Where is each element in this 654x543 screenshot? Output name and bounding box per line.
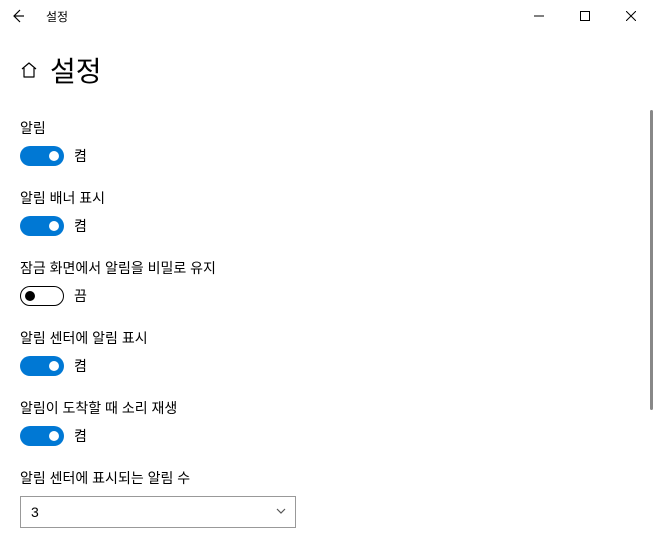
toggle-keep-private-lockscreen[interactable] xyxy=(20,286,64,306)
toggle-state-text: 켬 xyxy=(74,146,87,166)
content-area: 설정 알림 켬 알림 배너 표시 켬 잠금 화면에서 알림을 비밀로 유지 끔 … xyxy=(0,32,654,543)
page-title: 설정 xyxy=(50,50,102,90)
window-title: 설정 xyxy=(46,8,68,25)
maximize-button[interactable] xyxy=(562,0,608,32)
toggle-play-sound[interactable] xyxy=(20,426,64,446)
setting-show-banner: 알림 배너 표시 켬 xyxy=(20,188,634,236)
scrollbar[interactable] xyxy=(650,110,654,530)
chevron-down-icon xyxy=(275,505,287,520)
titlebar: 설정 xyxy=(0,0,654,32)
window-controls xyxy=(516,0,654,32)
setting-keep-private-lockscreen: 잠금 화면에서 알림을 비밀로 유지 끔 xyxy=(20,258,634,306)
close-button[interactable] xyxy=(608,0,654,32)
setting-play-sound: 알림이 도착할 때 소리 재생 켬 xyxy=(20,398,634,446)
toggle-state-text: 켬 xyxy=(74,426,87,446)
setting-label: 알림 배너 표시 xyxy=(20,188,634,208)
back-button[interactable] xyxy=(8,6,28,26)
setting-action-center-count: 알림 센터에 표시되는 알림 수 3 xyxy=(20,468,634,528)
scrollbar-thumb[interactable] xyxy=(650,110,653,410)
home-icon xyxy=(20,61,38,79)
toggle-show-banner[interactable] xyxy=(20,216,64,236)
setting-label: 잠금 화면에서 알림을 비밀로 유지 xyxy=(20,258,634,278)
setting-label: 알림 센터에 표시되는 알림 수 xyxy=(20,468,634,488)
toggle-state-text: 끔 xyxy=(74,286,87,306)
toggle-show-in-action-center[interactable] xyxy=(20,356,64,376)
page-header: 설정 xyxy=(20,50,634,90)
setting-label: 알림이 도착할 때 소리 재생 xyxy=(20,398,634,418)
toggle-notifications[interactable] xyxy=(20,146,64,166)
toggle-state-text: 켬 xyxy=(74,216,87,236)
setting-show-in-action-center: 알림 센터에 알림 표시 켬 xyxy=(20,328,634,376)
minimize-button[interactable] xyxy=(516,0,562,32)
dropdown-value: 3 xyxy=(31,504,39,520)
toggle-state-text: 켬 xyxy=(74,356,87,376)
dropdown-action-center-count[interactable]: 3 xyxy=(20,496,296,528)
setting-label: 알림 센터에 알림 표시 xyxy=(20,328,634,348)
setting-label: 알림 xyxy=(20,118,634,138)
setting-notifications: 알림 켬 xyxy=(20,118,634,166)
